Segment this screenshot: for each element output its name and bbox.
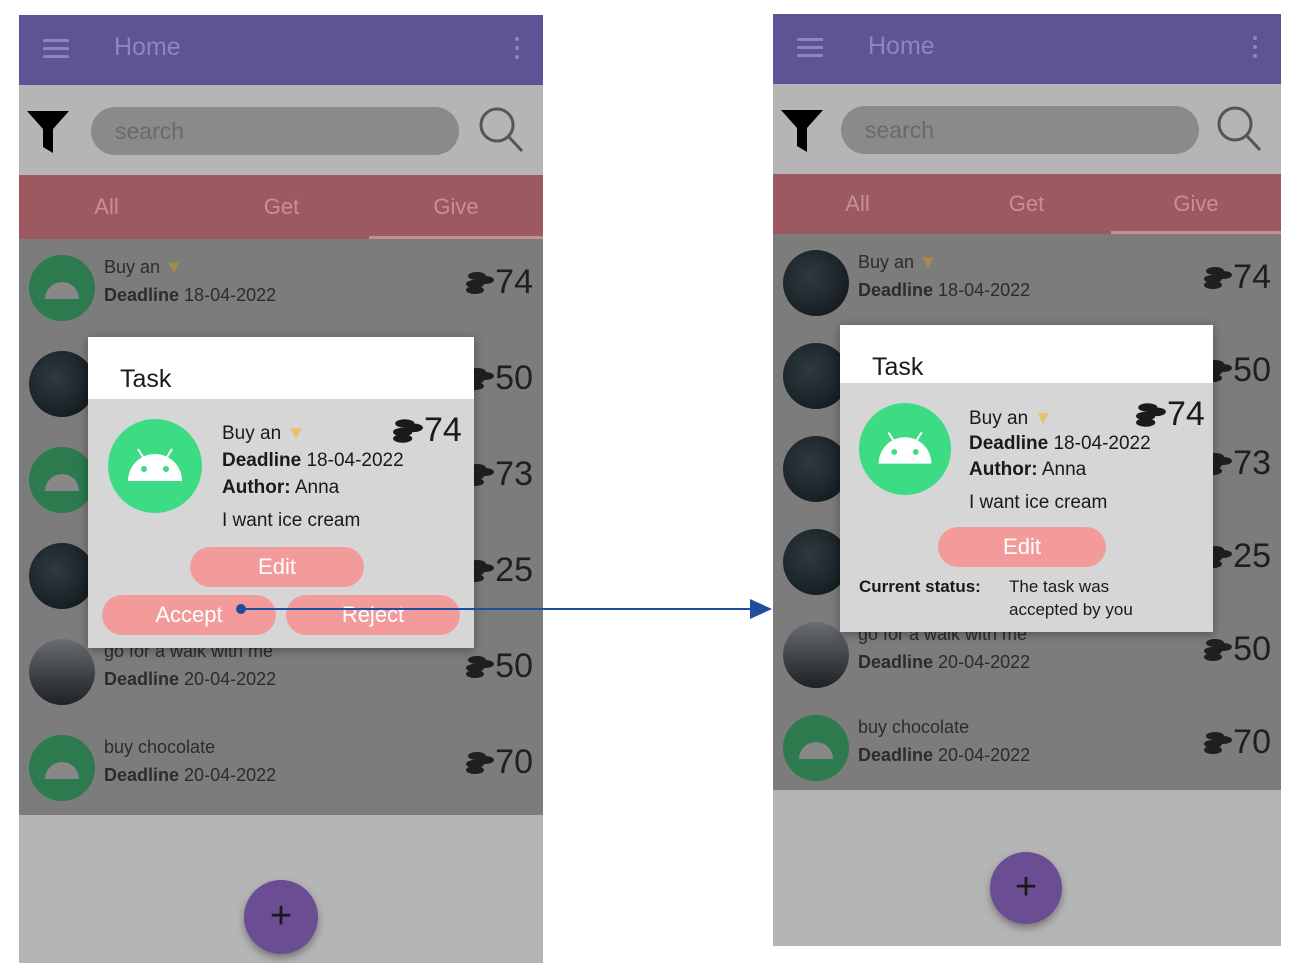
transition-arrow — [236, 599, 772, 619]
